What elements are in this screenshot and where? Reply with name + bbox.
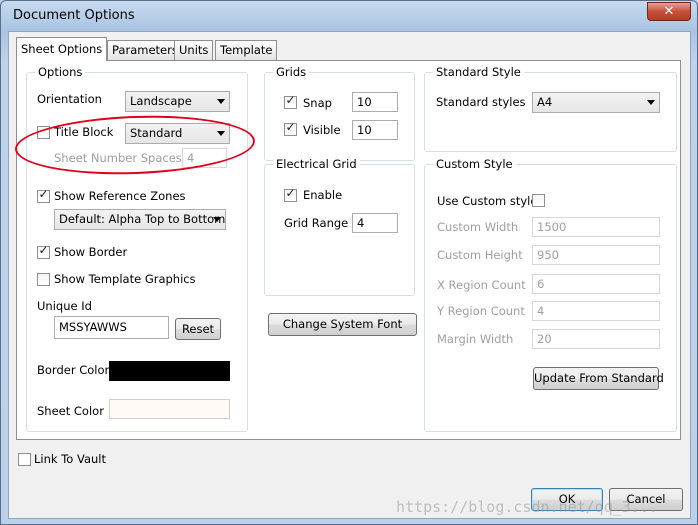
- snap-checkbox[interactable]: ✓: [284, 93, 297, 109]
- title-block-label: Title Block: [54, 125, 114, 139]
- close-button[interactable]: ✕: [647, 2, 691, 21]
- custom-height-input[interactable]: 950: [532, 245, 660, 265]
- custom-width-label: Custom Width: [437, 220, 519, 234]
- use-custom-style-label: Use Custom style: [437, 194, 538, 208]
- custom-style-group: Custom Style Use Custom style Custom Wid…: [424, 157, 677, 432]
- document-options-dialog: Document Options ✕ Sheet Options Paramet…: [0, 0, 698, 525]
- custom-width-input[interactable]: 1500: [532, 217, 660, 237]
- standard-styles-value: A4: [537, 95, 553, 109]
- chevron-down-icon: [217, 131, 225, 136]
- options-group-title: Options: [35, 65, 86, 79]
- snap-input[interactable]: 10: [352, 92, 398, 112]
- border-color-swatch[interactable]: [109, 361, 230, 381]
- tab-template[interactable]: Template: [215, 40, 278, 60]
- electrical-grid-group: Electrical Grid ✓ Enable Grid Range 4: [264, 157, 415, 296]
- check-icon: ✓: [285, 93, 296, 107]
- tab-parameters[interactable]: Parameters: [107, 40, 183, 60]
- close-icon: ✕: [663, 4, 675, 19]
- orientation-value: Landscape: [130, 94, 192, 108]
- standard-style-group: Standard Style Standard styles A4: [424, 65, 677, 152]
- sheet-number-spaces-label: Sheet Number Spaces: [54, 151, 182, 165]
- enable-checkbox[interactable]: ✓: [284, 186, 297, 202]
- title-bar[interactable]: Document Options ✕: [1, 1, 697, 31]
- grid-range-input[interactable]: 4: [352, 213, 398, 233]
- show-reference-zones-label: Show Reference Zones: [54, 189, 186, 203]
- check-icon: ✓: [285, 120, 296, 134]
- chevron-down-icon: [647, 100, 655, 105]
- dialog-client-area: Sheet Options Parameters Units Template …: [8, 31, 691, 519]
- standard-styles-label: Standard styles: [436, 95, 526, 109]
- standard-style-group-title: Standard Style: [433, 65, 524, 79]
- reset-button[interactable]: Reset: [175, 318, 221, 340]
- snap-label: Snap: [303, 96, 332, 110]
- standard-styles-select[interactable]: A4: [532, 92, 660, 113]
- options-group: Options Orientation Landscape Title Bloc…: [26, 65, 248, 432]
- x-region-count-label: X Region Count: [437, 278, 526, 292]
- electrical-grid-group-title: Electrical Grid: [273, 157, 360, 171]
- unique-id-input[interactable]: MSSYAWWS: [54, 316, 169, 339]
- update-from-standard-button[interactable]: Update From Standard: [533, 367, 664, 390]
- visible-input[interactable]: 10: [352, 120, 398, 140]
- tab-sheet-options[interactable]: Sheet Options: [16, 37, 108, 61]
- show-reference-zones-checkbox[interactable]: ✓: [37, 187, 50, 203]
- change-system-font-button[interactable]: Change System Font: [268, 313, 417, 336]
- border-color-label: Border Color: [37, 363, 110, 377]
- sheet-number-spaces-input[interactable]: 4: [182, 148, 227, 168]
- visible-checkbox[interactable]: ✓: [284, 120, 297, 136]
- custom-style-group-title: Custom Style: [433, 157, 516, 171]
- custom-height-label: Custom Height: [437, 248, 523, 262]
- tab-units[interactable]: Units: [174, 40, 214, 60]
- reference-zones-value: Default: Alpha Top to Bottom: [59, 212, 226, 226]
- link-to-vault-label: Link To Vault: [34, 452, 106, 466]
- chevron-down-icon: [217, 99, 225, 104]
- show-template-graphics-checkbox[interactable]: [37, 273, 50, 286]
- x-region-count-input[interactable]: 6: [532, 274, 660, 294]
- visible-label: Visible: [303, 123, 341, 137]
- grid-range-label: Grid Range: [284, 216, 349, 230]
- y-region-count-label: Y Region Count: [437, 304, 525, 318]
- use-custom-style-checkbox[interactable]: [532, 194, 545, 207]
- grids-group: Grids ✓ Snap 10 ✓ Visible 10: [264, 65, 415, 161]
- check-icon: ✓: [285, 186, 296, 200]
- window-title: Document Options: [13, 8, 135, 23]
- watermark: https://blog.csdn.net/qq_3...: [396, 498, 658, 516]
- link-to-vault-checkbox[interactable]: [18, 453, 31, 466]
- sheet-color-label: Sheet Color: [37, 404, 104, 418]
- show-template-graphics-label: Show Template Graphics: [54, 272, 196, 286]
- orientation-select[interactable]: Landscape: [125, 91, 230, 112]
- margin-width-label: Margin Width: [437, 332, 514, 346]
- check-icon: ✓: [38, 243, 49, 257]
- reference-zones-select[interactable]: Default: Alpha Top to Bottom: [54, 209, 226, 230]
- y-region-count-input[interactable]: 4: [532, 301, 660, 321]
- chevron-down-icon: [213, 217, 221, 222]
- show-border-label: Show Border: [54, 245, 128, 259]
- title-block-select[interactable]: Standard: [125, 123, 230, 144]
- sheet-options-panel: Options Orientation Landscape Title Bloc…: [16, 60, 681, 440]
- sheet-color-swatch[interactable]: [109, 399, 230, 419]
- grids-group-title: Grids: [273, 65, 310, 79]
- title-block-checkbox[interactable]: [37, 126, 50, 139]
- orientation-label: Orientation: [37, 92, 102, 106]
- unique-id-label: Unique Id: [37, 299, 92, 313]
- margin-width-input[interactable]: 20: [532, 329, 660, 349]
- check-icon: ✓: [38, 187, 49, 201]
- show-border-checkbox[interactable]: ✓: [37, 243, 50, 259]
- enable-label: Enable: [303, 188, 343, 202]
- title-block-value: Standard: [130, 126, 183, 140]
